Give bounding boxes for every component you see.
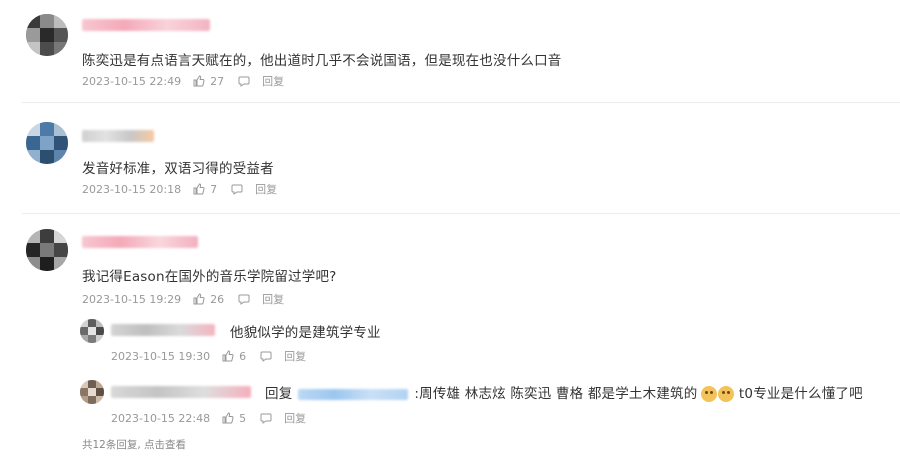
username-blurred[interactable] <box>82 19 210 31</box>
reply-link[interactable]: 回复 <box>284 348 306 364</box>
comment-bubble-icon <box>231 184 243 195</box>
reply-meta: 2023-10-15 19:30 6 回复 <box>111 348 306 364</box>
thumbs-up-icon <box>193 183 205 195</box>
comment-date: 2023-10-15 20:18 <box>82 182 182 196</box>
reply-avatar[interactable] <box>80 380 104 404</box>
reply-text: 他貌似学的是建筑学专业 <box>230 325 381 341</box>
thumbs-up-icon <box>193 75 205 87</box>
like-count: 5 <box>239 411 247 425</box>
comment-bubble-icon <box>238 76 250 87</box>
avatar[interactable] <box>26 229 68 271</box>
watermark <box>856 438 860 452</box>
reply-link[interactable]: 回复 <box>262 73 284 89</box>
divider <box>22 213 900 214</box>
comment-bubble-icon <box>260 351 272 362</box>
comment-bubble-icon <box>260 413 272 424</box>
cat-emoji-icon <box>701 386 718 402</box>
divider <box>22 102 900 103</box>
avatar[interactable] <box>26 14 68 56</box>
cat-emoji-icon <box>718 386 735 402</box>
thumbs-up-icon <box>222 350 234 362</box>
comment-bubble-icon <box>238 294 250 305</box>
reply-icon-button[interactable] <box>260 412 272 424</box>
reply-prefix: 回复 <box>265 386 293 402</box>
reply-username-blurred[interactable] <box>111 324 215 336</box>
like-button[interactable]: 5 <box>222 412 246 425</box>
avatar[interactable] <box>26 122 68 164</box>
like-count: 26 <box>210 292 225 306</box>
comment-text: 陈奕迅是有点语言天赋在的，他出道时几乎不会说国语，但是现在也没什么口音 <box>82 53 562 69</box>
like-count: 6 <box>239 349 247 363</box>
reply-meta: 2023-10-15 22:48 5 回复 <box>111 410 306 426</box>
reply-avatar[interactable] <box>80 319 104 343</box>
reply-link[interactable]: 回复 <box>284 410 306 426</box>
reply-icon-button[interactable] <box>238 75 250 87</box>
like-button[interactable]: 7 <box>193 183 217 196</box>
thumbs-up-icon <box>222 412 234 424</box>
reply-icon-button[interactable] <box>260 350 272 362</box>
reply-date: 2023-10-15 19:30 <box>111 349 211 363</box>
like-count: 27 <box>210 74 225 88</box>
like-count: 7 <box>210 182 218 196</box>
like-button[interactable]: 26 <box>193 293 224 306</box>
comment-date: 2023-10-15 19:29 <box>82 292 182 306</box>
comment-text: 发音好标准，双语习得的受益者 <box>82 161 274 177</box>
mention-blurred[interactable] <box>298 388 409 400</box>
thumbs-up-icon <box>193 293 205 305</box>
like-button[interactable]: 6 <box>222 350 246 363</box>
comment-meta: 2023-10-15 19:29 26 回复 <box>82 291 284 307</box>
comment-date: 2023-10-15 22:49 <box>82 74 182 88</box>
reply-link[interactable]: 回复 <box>255 181 277 197</box>
username-blurred[interactable] <box>82 130 154 142</box>
comment-meta: 2023-10-15 22:49 27 回复 <box>82 73 284 89</box>
reply-date: 2023-10-15 22:48 <box>111 411 211 425</box>
reply-icon-button[interactable] <box>231 183 243 195</box>
reply-link[interactable]: 回复 <box>262 291 284 307</box>
view-more-replies-link[interactable]: 共12条回复, 点击查看 <box>82 437 186 452</box>
reply-icon-button[interactable] <box>238 293 250 305</box>
reply-text-after: t0专业是什么懂了吧 <box>734 386 863 402</box>
comment-text: 我记得Eason在国外的音乐学院留过学吧? <box>82 269 337 285</box>
reply-text-before: :周传雄 林志炫 陈奕迅 曹格 都是学土木建筑的 <box>414 386 698 402</box>
like-button[interactable]: 27 <box>193 75 224 88</box>
comment-meta: 2023-10-15 20:18 7 回复 <box>82 181 277 197</box>
reply-text: 回复 :周传雄 林志炫 陈奕迅 曹格 都是学土木建筑的 t0专业是什么懂了吧 <box>265 382 863 402</box>
username-blurred[interactable] <box>82 236 198 248</box>
reply-username-blurred[interactable] <box>111 386 251 398</box>
